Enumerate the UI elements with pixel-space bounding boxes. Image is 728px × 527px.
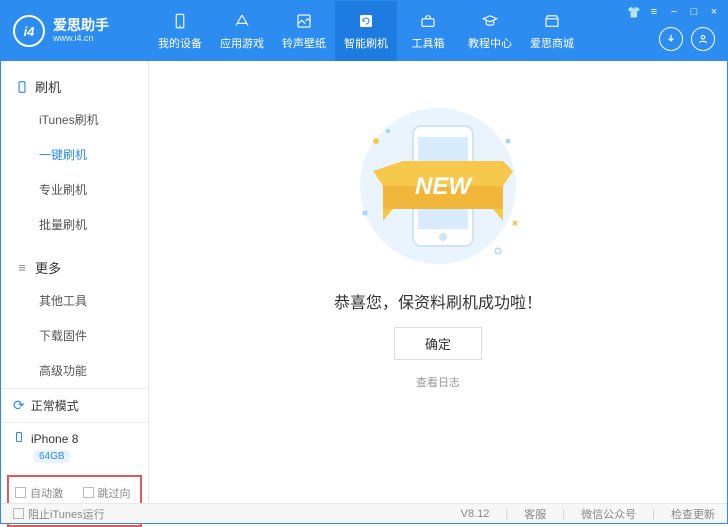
nav-store[interactable]: 爱思商城	[521, 1, 583, 61]
device-name: iPhone 8	[31, 432, 78, 446]
sidebar-item-advanced[interactable]: 高级功能	[39, 353, 148, 388]
user-button[interactable]	[691, 27, 715, 51]
sidebar-head-more[interactable]: ≡ 更多	[1, 252, 148, 283]
refresh-icon: ⟳	[13, 397, 25, 414]
phone-icon	[13, 431, 25, 446]
mode-indicator[interactable]: ⟳ 正常模式	[1, 388, 148, 422]
refresh-icon	[356, 11, 376, 31]
sidebar-item-download-firmware[interactable]: 下载固件	[39, 318, 148, 353]
status-bar: 阻止iTunes运行 V8.12 | 客服 | 微信公众号 | 检查更新	[1, 503, 727, 523]
nav-toolbox[interactable]: 工具箱	[397, 1, 459, 61]
sidebar-section-flash: 刷机 iTunes刷机 一键刷机 专业刷机 批量刷机	[1, 61, 148, 242]
success-illustration: NEW	[328, 101, 548, 271]
sidebar-list: 其他工具 下载固件 高级功能	[1, 283, 148, 388]
title-bar: i4 爱思助手 www.i4.cn 我的设备 应用游戏 铃声壁纸 智能刷机 工具…	[1, 1, 727, 61]
minimize-icon[interactable]: −	[667, 5, 681, 19]
sidebar-section-title: 更多	[35, 258, 61, 277]
maximize-icon[interactable]: □	[687, 5, 701, 19]
ok-button[interactable]: 确定	[394, 327, 482, 360]
sidebar-item-other-tools[interactable]: 其他工具	[39, 283, 148, 318]
top-nav: 我的设备 应用游戏 铃声壁纸 智能刷机 工具箱 教程中心 爱思商城	[149, 1, 583, 61]
list-icon: ≡	[15, 261, 29, 275]
main-panel: NEW 恭喜您，保资料刷机成功啦！ 确定 查看日志	[149, 61, 727, 505]
graduation-icon	[480, 11, 500, 31]
close-icon[interactable]: ×	[707, 5, 721, 19]
nav-label: 铃声壁纸	[282, 35, 326, 51]
app-logo: i4 爱思助手 www.i4.cn	[1, 15, 149, 47]
nav-tutorials[interactable]: 教程中心	[459, 1, 521, 61]
version-label: V8.12	[461, 508, 490, 520]
nav-label: 智能刷机	[344, 35, 388, 51]
header-actions	[659, 27, 715, 51]
separator: |	[652, 508, 655, 520]
sidebar-section-title: 刷机	[35, 77, 61, 96]
window-controls: 👕 ≡ − □ ×	[627, 5, 721, 19]
nav-label: 我的设备	[158, 35, 202, 51]
toolbox-icon	[418, 11, 438, 31]
nav-apps-games[interactable]: 应用游戏	[211, 1, 273, 61]
sidebar-section-more: ≡ 更多 其他工具 下载固件 高级功能	[1, 242, 148, 388]
block-itunes-label: 阻止iTunes运行	[28, 509, 105, 521]
block-itunes-checkbox[interactable]: 阻止iTunes运行	[13, 506, 105, 522]
sidebar-head-flash[interactable]: 刷机	[1, 71, 148, 102]
logo-url: www.i4.cn	[53, 34, 109, 44]
view-log-link[interactable]: 查看日志	[416, 374, 460, 390]
nav-flash[interactable]: 智能刷机	[335, 1, 397, 61]
success-message: 恭喜您，保资料刷机成功啦！	[334, 289, 542, 313]
wallpaper-icon	[294, 11, 314, 31]
mode-label: 正常模式	[31, 397, 79, 414]
sidebar-item-batch-flash[interactable]: 批量刷机	[39, 207, 148, 242]
nav-label: 应用游戏	[220, 35, 264, 51]
banner-text: NEW	[415, 173, 473, 200]
logo-icon: i4	[13, 15, 45, 47]
download-button[interactable]	[659, 27, 683, 51]
sidebar-list: iTunes刷机 一键刷机 专业刷机 批量刷机	[1, 102, 148, 242]
check-update-link[interactable]: 检查更新	[671, 506, 715, 522]
menu-icon[interactable]: ≡	[647, 5, 661, 19]
separator: |	[562, 508, 565, 520]
phone-icon	[15, 80, 29, 94]
store-icon	[542, 11, 562, 31]
storage-badge: 64GB	[33, 450, 71, 463]
logo-text: 爱思助手 www.i4.cn	[53, 18, 109, 43]
appstore-icon	[232, 11, 252, 31]
nav-ringtone-wallpaper[interactable]: 铃声壁纸	[273, 1, 335, 61]
skin-icon[interactable]: 👕	[627, 5, 641, 19]
nav-label: 工具箱	[412, 35, 445, 51]
wechat-link[interactable]: 微信公众号	[581, 506, 636, 522]
logo-cn: 爱思助手	[53, 18, 109, 33]
sidebar-item-one-click-flash[interactable]: 一键刷机	[39, 137, 148, 172]
sidebar: 刷机 iTunes刷机 一键刷机 专业刷机 批量刷机 ≡ 更多 其他工具 下载固…	[1, 61, 149, 505]
nav-label: 爱思商城	[530, 35, 574, 51]
separator: |	[505, 508, 508, 520]
nav-my-device[interactable]: 我的设备	[149, 1, 211, 61]
sidebar-item-itunes-flash[interactable]: iTunes刷机	[39, 102, 148, 137]
content-body: 刷机 iTunes刷机 一键刷机 专业刷机 批量刷机 ≡ 更多 其他工具 下载固…	[1, 61, 727, 505]
sidebar-item-pro-flash[interactable]: 专业刷机	[39, 172, 148, 207]
phone-icon	[170, 11, 190, 31]
nav-label: 教程中心	[468, 35, 512, 51]
device-block[interactable]: iPhone 8 64GB	[1, 422, 148, 471]
support-link[interactable]: 客服	[524, 506, 546, 522]
